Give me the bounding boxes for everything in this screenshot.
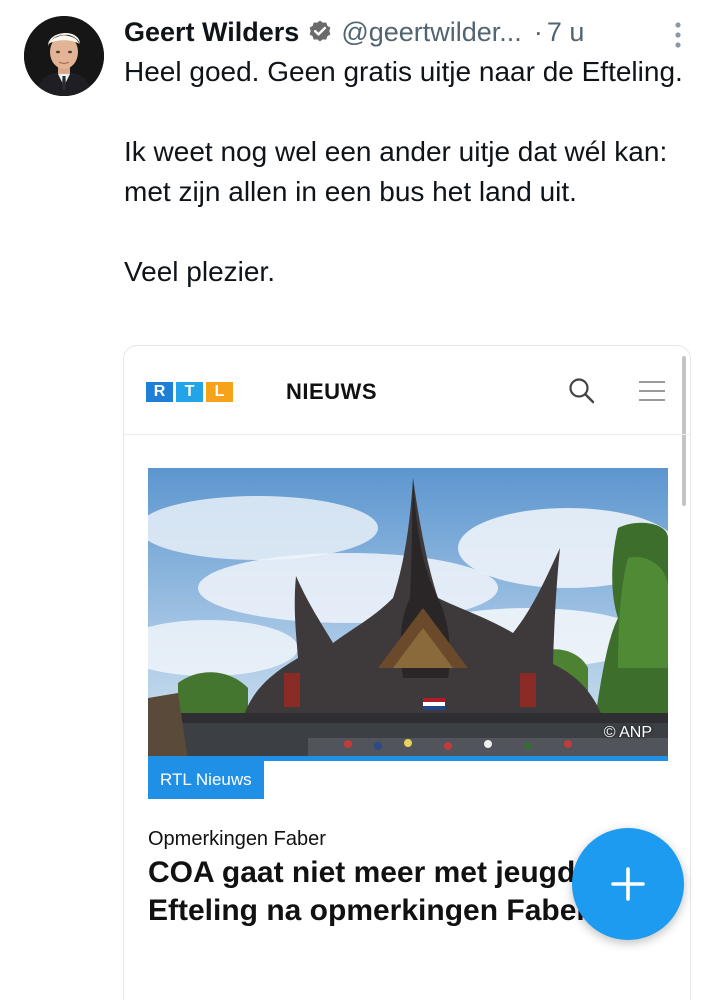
rtl-logo-t: T <box>176 382 203 402</box>
author-name[interactable]: Geert Wilders <box>124 17 299 48</box>
hero-image[interactable]: © ANP <box>148 468 668 760</box>
hamburger-menu-icon[interactable] <box>638 379 666 403</box>
rtl-logo-l: L <box>206 382 233 402</box>
tweet-paragraph: Ik weet nog wel een ander uitje dat wél … <box>124 136 668 207</box>
timestamp[interactable]: 7 u <box>547 17 585 48</box>
avatar-image <box>24 16 104 96</box>
tweet-paragraph: Heel goed. Geen gratis uitje naar de Eft… <box>124 56 683 87</box>
compose-button[interactable] <box>572 828 684 940</box>
article-kicker: Opmerkingen Faber <box>148 828 326 850</box>
efteling-photo <box>148 468 668 760</box>
tweet-text: Heel goed. Geen gratis uitje naar de Eft… <box>124 52 704 332</box>
source-tag[interactable]: RTL Nieuws <box>148 761 264 799</box>
tweet[interactable]: Geert Wilders @geertwilder... · 7 u Heel… <box>0 0 715 1000</box>
plus-icon <box>611 867 645 901</box>
image-credit: © ANP <box>603 724 652 741</box>
tweet-paragraph: Veel plezier. <box>124 256 275 287</box>
rtl-logo[interactable]: R T L <box>146 382 236 402</box>
rtl-brand-word: NIEUWS <box>286 379 377 404</box>
rtl-logo-r: R <box>146 382 173 402</box>
author-handle[interactable]: @geertwilder... <box>341 17 521 48</box>
more-vertical-icon[interactable] <box>673 20 683 50</box>
verified-badge-icon <box>309 20 331 42</box>
rtl-site-header: R T L NIEUWS <box>124 346 690 435</box>
search-icon[interactable] <box>567 376 597 406</box>
avatar[interactable] <box>24 16 104 96</box>
tweet-header: Geert Wilders @geertwilder... · 7 u <box>124 12 685 52</box>
separator-dot: · <box>533 16 543 47</box>
